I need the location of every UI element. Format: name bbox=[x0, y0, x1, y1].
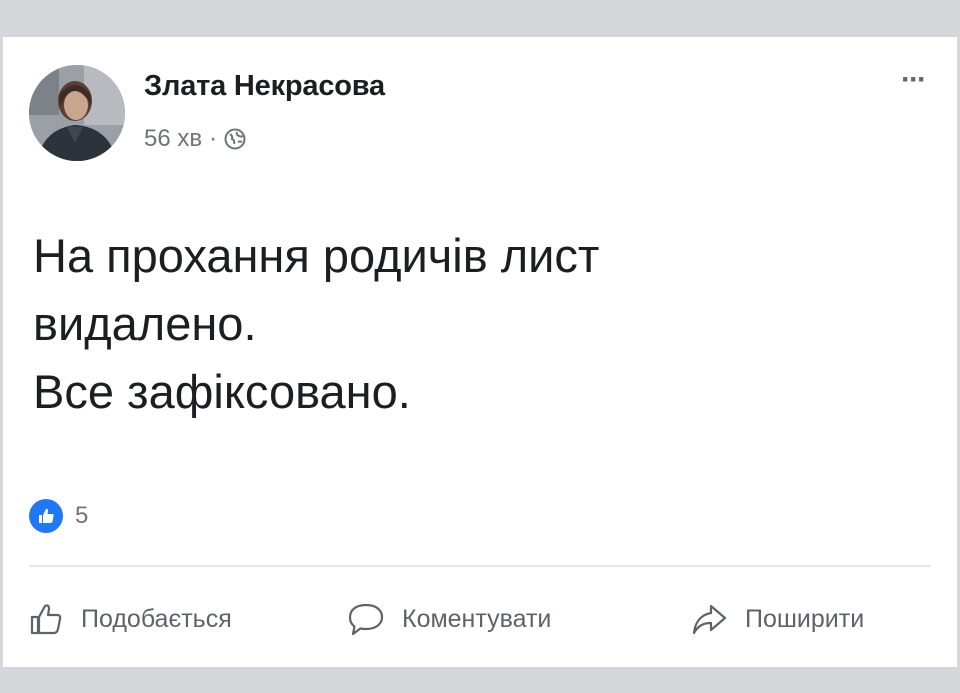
post-text-line: Все зафіксовано. bbox=[33, 365, 411, 418]
reactions-summary[interactable]: 5 bbox=[29, 499, 88, 533]
comment-label: Коментувати bbox=[402, 604, 552, 633]
like-label: Подобається bbox=[81, 604, 232, 633]
more-options-button[interactable]: ··· bbox=[901, 65, 927, 95]
globe-icon bbox=[224, 128, 246, 150]
post-time[interactable]: 56 хв bbox=[144, 125, 202, 153]
like-icon bbox=[29, 499, 63, 533]
post-text-line: видалено. bbox=[33, 297, 257, 350]
comment-button[interactable]: Коментувати bbox=[346, 595, 551, 643]
like-button[interactable]: Подобається bbox=[27, 595, 232, 643]
action-bar: Подобається Коментувати Поширити bbox=[3, 595, 957, 643]
share-label: Поширити bbox=[745, 604, 865, 633]
reaction-count: 5 bbox=[75, 502, 89, 529]
divider bbox=[29, 565, 931, 567]
meta-separator: · bbox=[209, 125, 218, 152]
post-text-line: На прохання родичів лист bbox=[33, 229, 600, 282]
post-meta: 56 хв · bbox=[144, 125, 246, 153]
share-icon bbox=[692, 604, 727, 635]
avatar[interactable] bbox=[29, 65, 125, 161]
author-name[interactable]: Злата Некрасова bbox=[144, 70, 385, 103]
share-button[interactable]: Поширити bbox=[689, 595, 864, 643]
post-text: На прохання родичів лист видалено. Все з… bbox=[33, 222, 599, 426]
comment-icon bbox=[348, 603, 384, 636]
thumbs-up-icon bbox=[30, 604, 62, 635]
post-card: Злата Некрасова 56 хв · ··· На прохання … bbox=[3, 37, 957, 667]
